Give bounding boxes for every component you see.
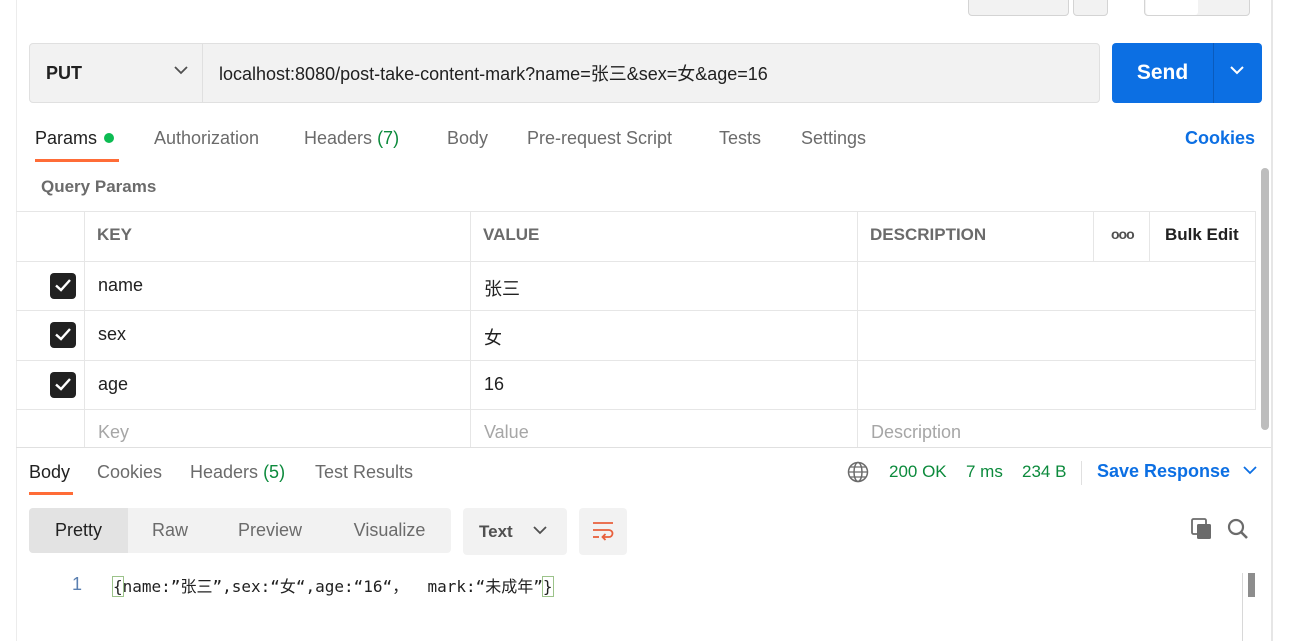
scrollbar-thumb[interactable] bbox=[1261, 168, 1269, 430]
tab-settings[interactable]: Settings bbox=[801, 128, 866, 149]
response-time[interactable]: 7 ms bbox=[966, 462, 1003, 482]
response-tab-headers-label: Headers bbox=[190, 462, 259, 482]
save-response-label: Save Response bbox=[1097, 461, 1231, 481]
column-header-value: VALUE bbox=[483, 225, 540, 244]
param-value[interactable]: 张三 bbox=[484, 275, 520, 301]
response-tab-cookies[interactable]: Cookies bbox=[97, 462, 162, 483]
editor-border bbox=[1242, 573, 1243, 641]
table-row-divider bbox=[16, 261, 1256, 262]
view-visualize-button[interactable]: Visualize bbox=[328, 508, 451, 553]
toolbar-button[interactable] bbox=[968, 0, 1069, 16]
format-label: Text bbox=[479, 522, 513, 541]
column-divider bbox=[857, 211, 858, 447]
tab-body[interactable]: Body bbox=[447, 128, 488, 149]
toolbar-toggle-group[interactable] bbox=[1144, 0, 1250, 16]
more-options-icon[interactable]: ooo bbox=[1111, 226, 1135, 242]
checkmark-icon bbox=[55, 378, 71, 391]
wrap-lines-icon bbox=[593, 522, 614, 541]
toolbar-toggle-active[interactable] bbox=[1146, 0, 1198, 15]
params-active-dot bbox=[104, 133, 115, 143]
view-raw-button[interactable]: Raw bbox=[128, 508, 212, 553]
chevron-down-icon bbox=[1243, 466, 1257, 475]
column-divider bbox=[1255, 211, 1256, 409]
param-key[interactable]: name bbox=[98, 275, 143, 296]
line-number: 1 bbox=[72, 574, 83, 594]
param-key[interactable]: age bbox=[98, 374, 128, 395]
column-divider bbox=[470, 211, 471, 447]
row-checkbox[interactable] bbox=[50, 322, 76, 348]
params-table: KEY VALUE DESCRIPTION ooo Bulk Edit name… bbox=[16, 211, 1256, 447]
response-tab-headers-count: (5) bbox=[263, 462, 286, 482]
tab-headers-label: Headers bbox=[304, 128, 373, 148]
tab-params-label: Params bbox=[35, 128, 98, 148]
response-size[interactable]: 234 B bbox=[1022, 462, 1066, 482]
tab-params[interactable]: Params bbox=[35, 128, 115, 149]
toolbar-dropdown-button[interactable] bbox=[1073, 0, 1108, 16]
query-params-title: Query Params bbox=[41, 177, 157, 196]
editor-scrollbar[interactable] bbox=[1248, 573, 1255, 597]
view-pretty-button[interactable]: Pretty bbox=[29, 508, 128, 553]
response-body-text: name:”张三”,sex:“女“,age:“16“， mark:“未成年” bbox=[122, 577, 543, 596]
tab-headers-count: (7) bbox=[377, 128, 400, 148]
new-key-input[interactable]: Key bbox=[98, 422, 129, 443]
wrap-lines-button[interactable] bbox=[579, 508, 627, 555]
column-header-description: DESCRIPTION bbox=[870, 225, 987, 244]
column-divider bbox=[84, 211, 85, 447]
chevron-down-icon[interactable] bbox=[1230, 66, 1244, 75]
table-border-top bbox=[16, 211, 1256, 212]
column-divider bbox=[1149, 211, 1150, 261]
tab-active-underline bbox=[35, 159, 119, 162]
view-preview-button[interactable]: Preview bbox=[212, 508, 328, 553]
send-label: Send bbox=[1136, 61, 1189, 84]
format-select[interactable]: Text bbox=[463, 508, 567, 555]
right-border bbox=[1271, 0, 1273, 641]
response-tab-body[interactable]: Body bbox=[29, 462, 70, 483]
send-divider bbox=[1213, 43, 1214, 103]
response-tab-underline bbox=[29, 492, 73, 495]
globe-icon[interactable] bbox=[847, 461, 869, 483]
response-body[interactable]: {name:”张三”,sex:“女“,age:“16“， mark:“未成年”} bbox=[112, 573, 554, 597]
close-brace: } bbox=[541, 576, 554, 597]
cookies-link[interactable]: Cookies bbox=[1185, 128, 1255, 149]
status-code[interactable]: 200 OK bbox=[889, 462, 947, 482]
row-checkbox[interactable] bbox=[50, 372, 76, 398]
send-button[interactable]: Send bbox=[1112, 43, 1262, 103]
tab-tests[interactable]: Tests bbox=[719, 128, 761, 149]
response-tab-headers[interactable]: Headers (5) bbox=[190, 462, 285, 483]
copy-icon[interactable] bbox=[1191, 518, 1213, 540]
checkmark-icon bbox=[55, 279, 71, 292]
table-row-divider bbox=[16, 409, 1256, 410]
response-divider[interactable] bbox=[16, 447, 1271, 448]
tab-authorization[interactable]: Authorization bbox=[154, 128, 259, 149]
new-value-input[interactable]: Value bbox=[484, 422, 529, 443]
tab-headers[interactable]: Headers (7) bbox=[304, 128, 399, 149]
bulk-edit-button[interactable]: Bulk Edit bbox=[1165, 225, 1239, 245]
row-checkbox[interactable] bbox=[50, 273, 76, 299]
search-icon[interactable] bbox=[1227, 518, 1249, 540]
status-separator bbox=[1081, 461, 1082, 485]
response-tab-test-results[interactable]: Test Results bbox=[315, 462, 413, 483]
checkmark-icon bbox=[55, 328, 71, 341]
chevron-down-icon bbox=[174, 66, 188, 75]
new-description-input[interactable]: Description bbox=[871, 422, 961, 443]
method-label: PUT bbox=[46, 62, 82, 83]
open-brace: { bbox=[112, 576, 124, 597]
tab-pre-request-script[interactable]: Pre-request Script bbox=[527, 128, 672, 149]
column-divider bbox=[1093, 211, 1094, 261]
chevron-down-icon bbox=[533, 526, 547, 535]
url-input[interactable]: localhost:8080/post-take-content-mark?na… bbox=[204, 44, 768, 102]
method-select[interactable]: PUT bbox=[30, 44, 203, 102]
param-value[interactable]: 16 bbox=[484, 374, 504, 395]
save-response-button[interactable]: Save Response bbox=[1097, 461, 1257, 482]
view-mode-group: Pretty Raw Preview Visualize bbox=[29, 508, 451, 553]
column-header-key: KEY bbox=[97, 225, 132, 244]
param-key[interactable]: sex bbox=[98, 324, 126, 345]
request-bar: PUT localhost:8080/post-take-content-mar… bbox=[29, 43, 1100, 103]
table-row-divider bbox=[16, 310, 1256, 311]
param-value[interactable]: 女 bbox=[484, 324, 502, 350]
table-row-divider bbox=[16, 360, 1256, 361]
